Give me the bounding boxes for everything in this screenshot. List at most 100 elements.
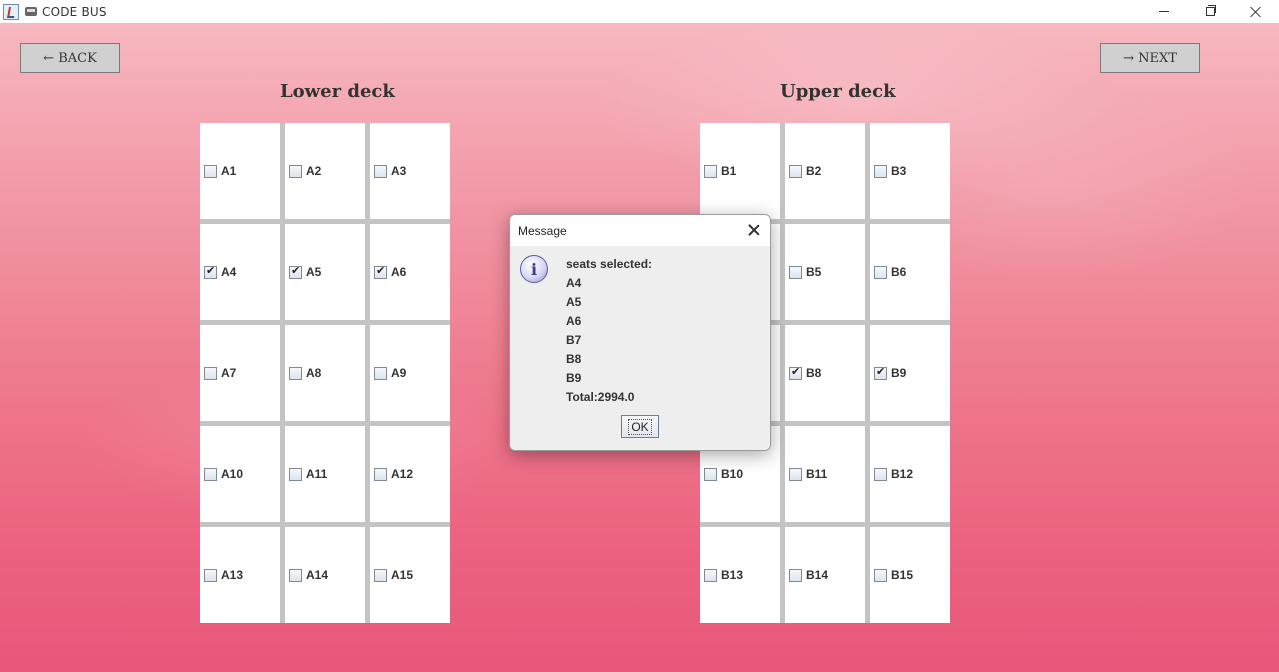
seat-checkbox[interactable] [289,164,302,178]
seat-checkbox[interactable] [204,164,217,178]
seat-checkbox[interactable] [204,467,217,481]
seat-checkbox[interactable] [789,467,802,481]
seat-label[interactable]: B8 [806,366,821,380]
seat-label[interactable]: B13 [721,568,743,582]
java-icon [3,3,19,20]
seat-cell: A15 [370,527,450,623]
seat-checkbox[interactable] [789,265,802,279]
message-line: B8 [566,352,582,366]
seat-checkbox[interactable] [289,467,302,481]
seat-label[interactable]: A2 [306,164,321,178]
seat-checkbox[interactable] [789,568,802,582]
seat-label[interactable]: B14 [806,568,828,582]
seat-cell: B2 [785,123,865,219]
seat-cell: A12 [370,426,450,522]
seat-cell: B9 [870,325,950,421]
seat-cell: A9 [370,325,450,421]
seat-checkbox[interactable] [204,568,217,582]
seat-checkbox[interactable] [874,164,887,178]
message-line: A4 [566,276,582,290]
seat-label[interactable]: B6 [891,265,906,279]
close-icon [1250,6,1262,18]
seat-checkbox[interactable] [374,264,387,279]
message-line: Total:2994.0 [566,390,635,404]
seat-checkbox[interactable] [704,568,717,582]
seat-label[interactable]: B9 [891,366,906,380]
seat-checkbox[interactable] [289,568,302,582]
lower-deck-title: Lower deck [280,81,395,102]
seat-label[interactable]: B10 [721,467,743,481]
close-window-button[interactable] [1233,0,1279,23]
restore-button[interactable] [1187,0,1233,23]
seat-label[interactable]: A15 [391,568,413,582]
seat-checkbox[interactable] [374,568,387,582]
ok-button-label: OK [628,418,652,435]
seat-label[interactable]: B3 [891,164,906,178]
seat-label[interactable]: B11 [806,467,827,481]
seat-cell: B8 [785,325,865,421]
seat-label[interactable]: A6 [391,265,406,279]
message-line: A5 [566,295,582,309]
restore-icon [1205,5,1216,16]
seat-checkbox[interactable] [874,568,887,582]
seat-checkbox[interactable] [289,366,302,380]
seat-label[interactable]: A4 [221,265,236,279]
back-button[interactable]: ← BACK [20,43,120,73]
seat-label[interactable]: B5 [806,265,821,279]
info-icon: i [520,255,548,283]
seat-checkbox[interactable] [374,366,387,380]
seat-cell: A6 [370,224,450,320]
seat-label[interactable]: A9 [391,366,406,380]
seat-checkbox[interactable] [874,365,887,380]
seat-label[interactable]: A13 [221,568,243,582]
seat-checkbox[interactable] [789,164,802,178]
seat-checkbox[interactable] [204,264,217,279]
seat-cell: B11 [785,426,865,522]
minimize-icon [1159,11,1169,12]
message-dialog: Message i seats selected: A4 A5 A6 B7 B8 B9 Tot… [509,214,771,451]
seat-label[interactable]: A8 [306,366,321,380]
seat-checkbox[interactable] [704,467,717,481]
seat-checkbox[interactable] [874,467,887,481]
ok-button[interactable]: OK [621,415,659,438]
dialog-close-icon[interactable] [748,224,760,236]
seat-checkbox[interactable] [874,265,887,279]
seat-cell: B6 [870,224,950,320]
seat-label[interactable]: B1 [721,164,736,178]
seat-label[interactable]: A1 [221,164,236,178]
dialog-message: seats selected: A4 A5 A6 B7 B8 B9 Total:2994.0 [566,255,652,407]
window-controls [1141,0,1279,23]
seat-checkbox[interactable] [204,366,217,380]
seat-checkbox[interactable] [374,467,387,481]
seat-cell: A2 [285,123,365,219]
seat-cell: A10 [200,426,280,522]
seat-label[interactable]: B15 [891,568,913,582]
seat-cell: A4 [200,224,280,320]
message-line: A6 [566,314,582,328]
minimize-button[interactable] [1141,0,1187,23]
seat-label[interactable]: A3 [391,164,406,178]
seat-cell: B12 [870,426,950,522]
seat-label[interactable]: B2 [806,164,821,178]
seat-label[interactable]: A7 [221,366,236,380]
seat-cell: B3 [870,123,950,219]
seat-checkbox[interactable] [289,264,302,279]
seat-cell: B13 [700,527,780,623]
upper-deck-title: Upper deck [780,81,896,102]
seat-label[interactable]: A10 [221,467,243,481]
seat-cell: B5 [785,224,865,320]
dialog-title: Message [518,223,567,238]
seat-label[interactable]: B12 [891,467,913,481]
seat-label[interactable]: A11 [306,467,327,481]
seat-checkbox[interactable] [789,365,802,380]
seat-label[interactable]: A14 [306,568,328,582]
seat-cell: A14 [285,527,365,623]
seat-cell: B1 [700,123,780,219]
seat-cell: A3 [370,123,450,219]
seat-checkbox[interactable] [704,164,717,178]
seat-label[interactable]: A5 [306,265,321,279]
seat-label[interactable]: A12 [391,467,413,481]
seat-checkbox[interactable] [374,164,387,178]
seat-cell: A8 [285,325,365,421]
next-button[interactable]: → NEXT [1100,43,1200,73]
